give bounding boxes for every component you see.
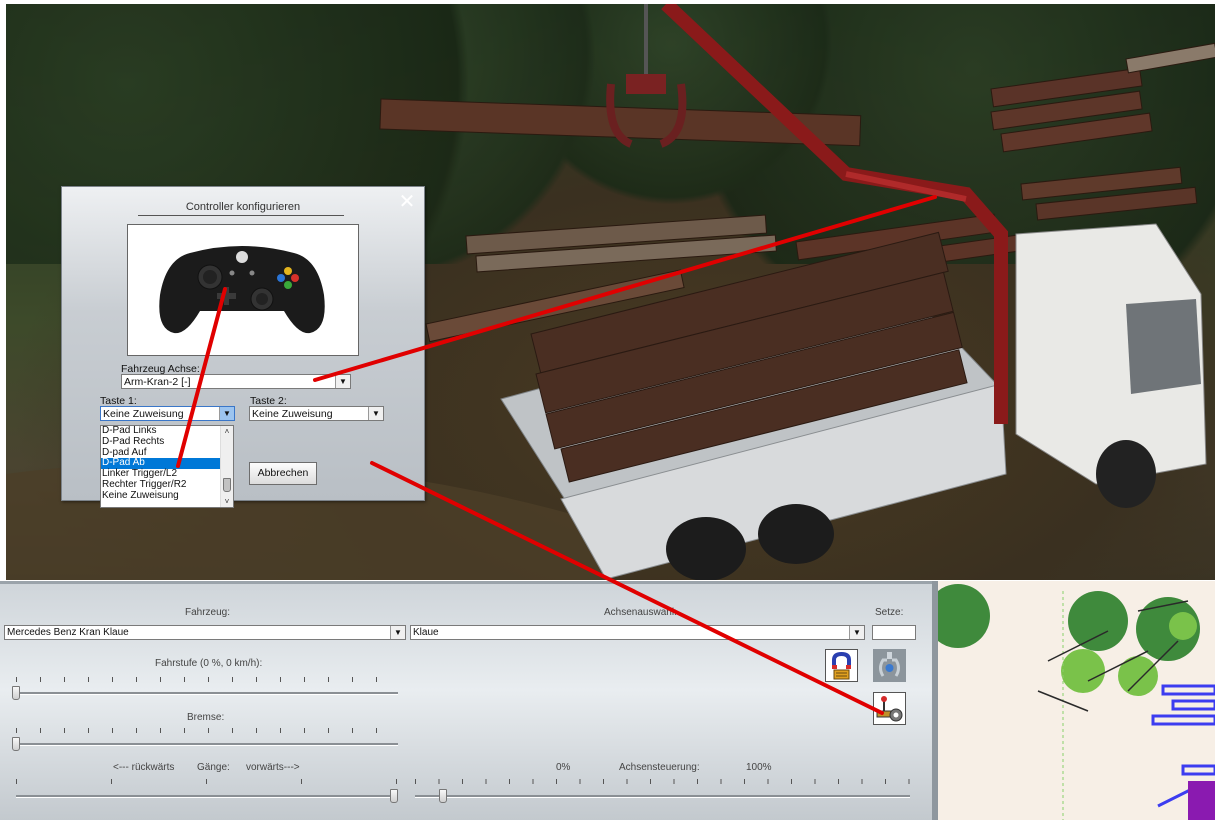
forward-label: vorwärts---> <box>246 762 300 773</box>
set-label: Setze: <box>875 607 904 618</box>
brake-ticks <box>16 728 398 733</box>
axis-select-combobox[interactable]: Klaue ▼ <box>410 625 865 640</box>
claw-grip-button[interactable] <box>873 649 906 682</box>
axis-control-slider-thumb[interactable] <box>439 789 448 803</box>
speed-slider-thumb[interactable] <box>12 686 20 700</box>
magnet-lock-button[interactable] <box>825 649 858 682</box>
joystick-gear-icon <box>876 696 903 722</box>
axis-control-ticks <box>415 779 910 784</box>
claw-grip-icon <box>879 652 900 677</box>
chevron-down-icon[interactable]: ▼ <box>849 626 864 639</box>
axis-min-label: 0% <box>556 762 571 773</box>
axis-select-combobox-value: Klaue <box>413 627 439 638</box>
brake-slider-thumb[interactable] <box>12 737 20 751</box>
chevron-down-icon[interactable]: ˅ <box>221 496 233 507</box>
key1-combobox-value: Keine Zuweisung <box>103 408 184 420</box>
key2-combobox-value: Keine Zuweisung <box>252 408 333 420</box>
vehicle-combobox-value: Mercedes Benz Kran Klaue <box>7 627 129 638</box>
gear-ticks <box>16 779 398 784</box>
list-item[interactable]: Keine Zuweisung <box>101 490 233 502</box>
controller-image-frame <box>127 224 359 356</box>
chevron-down-icon[interactable]: ▼ <box>390 626 405 639</box>
chevron-down-icon[interactable]: ▼ <box>368 407 383 420</box>
speed-ticks <box>16 677 398 682</box>
axis-control-slider-track[interactable] <box>415 795 910 798</box>
key1-dropdown-list[interactable]: D-Pad Links D-Pad Rechts D-pad Auf D-Pad… <box>100 425 234 508</box>
speed-slider-track[interactable] <box>16 692 398 695</box>
chevron-down-icon[interactable]: ▼ <box>219 407 234 420</box>
axis-select-label: Achsenauswahl: <box>604 607 677 618</box>
axis-max-label: 100% <box>746 762 772 773</box>
speed-label: Fahrstufe (0 %, 0 km/h): <box>155 658 263 669</box>
scrollbar-thumb[interactable] <box>223 478 231 492</box>
list-item[interactable]: D-Pad Rechts <box>101 436 233 448</box>
minimap-view <box>938 584 1215 820</box>
set-input[interactable] <box>872 625 916 640</box>
list-scrollbar[interactable]: ˄ ˅ <box>220 426 233 507</box>
axis-combobox[interactable]: Arm-Kran-2 [-] ▼ <box>121 374 351 389</box>
gamepad-icon <box>159 246 325 334</box>
dialog-title: Controller konfigurieren <box>185 201 301 213</box>
gears-label: Gänge: <box>197 762 230 773</box>
axis-control-label: Achsensteuerung: <box>619 762 700 773</box>
cancel-button[interactable]: Abbrechen <box>249 462 317 485</box>
key2-combobox[interactable]: Keine Zuweisung ▼ <box>249 406 384 421</box>
vehicle-label: Fahrzeug: <box>185 607 231 618</box>
axis-combobox-value: Arm-Kran-2 [-] <box>124 376 191 388</box>
gear-slider-thumb[interactable] <box>390 789 398 803</box>
chevron-up-icon[interactable]: ˄ <box>221 426 233 437</box>
magnet-lock-icon <box>832 651 851 680</box>
minimap[interactable] <box>938 581 1215 820</box>
vehicle-combobox[interactable]: Mercedes Benz Kran Klaue ▼ <box>4 625 406 640</box>
gear-slider-track[interactable] <box>16 795 398 798</box>
vehicle-control-panel: Fahrzeug: Mercedes Benz Kran Klaue ▼ Ach… <box>0 581 932 820</box>
key1-combobox[interactable]: Keine Zuweisung ▼ <box>100 406 235 421</box>
brake-slider-track[interactable] <box>16 743 398 746</box>
title-underline <box>138 215 344 216</box>
reverse-label: <--- rückwärts <box>113 762 175 773</box>
brake-label: Bremse: <box>187 712 225 723</box>
chevron-down-icon[interactable]: ▼ <box>335 375 350 388</box>
close-icon[interactable]: ✕ <box>398 192 416 212</box>
controller-settings-button[interactable] <box>873 692 906 725</box>
